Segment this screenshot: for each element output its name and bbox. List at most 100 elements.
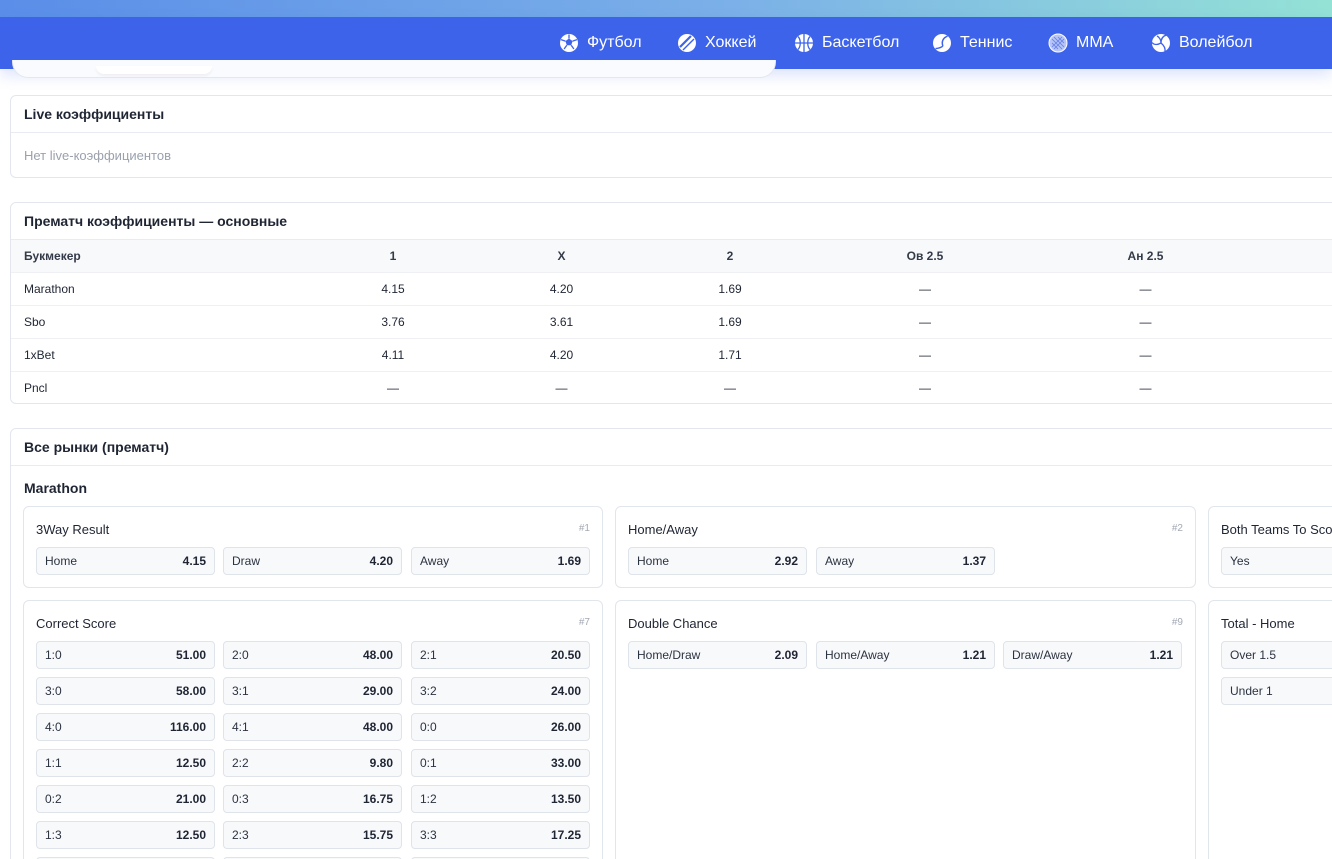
market-name: Correct Score — [36, 616, 117, 631]
odds-cell[interactable]: 1.69 — [646, 304, 814, 338]
outcome-button[interactable]: 3:2 24.00 — [411, 677, 590, 705]
market-number: #1 — [578, 523, 590, 534]
odds-cell[interactable]: — — [814, 370, 1036, 403]
odds-cell[interactable]: 3.76 — [309, 304, 477, 338]
outcome-button[interactable]: Yes — [1221, 547, 1332, 575]
nav-item-tennis[interactable]: Теннис — [932, 17, 1012, 69]
nav-label: Хоккей — [705, 34, 757, 51]
outcome-button[interactable]: 2:1 20.50 — [411, 641, 590, 669]
outcome-button[interactable]: 2:3 15.75 — [223, 821, 402, 849]
odds-cell[interactable]: — — [814, 304, 1036, 338]
mma-icon — [1048, 33, 1068, 53]
market-card-correct-score: Correct Score #7 1:0 51.00 2:0 48.00 2:1 20… — [23, 600, 603, 859]
odds-cell[interactable]: 4.15 — [309, 271, 477, 305]
all-markets-title: Все рынки (прематч) — [11, 429, 1332, 466]
volleyball-icon — [1151, 34, 1170, 52]
outcome-button[interactable]: 0:2 21.00 — [36, 785, 215, 813]
column-header: 1 — [309, 240, 477, 272]
basketball-icon — [795, 34, 813, 52]
outcome-button[interactable]: 0:3 16.75 — [223, 785, 402, 813]
market-card-home-away: Home/Away #2 Home 2.92 Away 1.37 — [615, 506, 1196, 588]
odds-cell[interactable]: 3.61 — [477, 304, 646, 338]
outcome-button[interactable]: Home/Draw 2.09 — [628, 641, 807, 669]
outcome-button[interactable]: 4:1 48.00 — [223, 713, 402, 741]
bookmaker-cell: Sbo — [11, 304, 309, 338]
table-row: 1xBet 4.11 4.20 1.71 — — — [11, 337, 1332, 371]
match-header-tab — [96, 66, 212, 74]
market-name: Home/Away — [628, 522, 698, 537]
outcome-button[interactable]: Over 1.5 — [1221, 641, 1332, 669]
nav-item-mma[interactable]: MMA — [1048, 17, 1113, 69]
live-odds-title: Live коэффициенты — [11, 96, 1332, 133]
bookmaker-cell: 1xBet — [11, 337, 309, 371]
column-header: Ов 2.5 — [814, 240, 1036, 272]
column-header: 2 — [646, 240, 814, 272]
column-header: X — [477, 240, 646, 272]
top-gradient-strip — [0, 0, 1332, 17]
column-header: Букмекер — [11, 240, 309, 272]
odds-cell[interactable]: 1.69 — [646, 271, 814, 305]
nav-label: Волейбол — [1179, 34, 1253, 51]
outcome-button[interactable]: Home 4.15 — [36, 547, 215, 575]
nav-label: Футбол — [587, 34, 642, 51]
prematch-odds-title: Прематч коэффициенты — основные — [11, 203, 1332, 240]
nav-label: MMA — [1076, 34, 1114, 51]
outcome-button[interactable]: 3:1 29.00 — [223, 677, 402, 705]
odds-cell[interactable]: — — [646, 370, 814, 403]
market-card-both-teams-to-score: Both Teams To Scor Yes — [1208, 506, 1332, 588]
prematch-odds-card: Прематч коэффициенты — основные Букмекер… — [10, 202, 1332, 404]
odds-cell[interactable]: 4.20 — [477, 271, 646, 305]
outcome-button[interactable]: Draw/Away 1.21 — [1003, 641, 1182, 669]
nav-item-volleyball[interactable]: Волейбол — [1151, 17, 1252, 69]
nav-label: Баскетбол — [822, 34, 900, 51]
market-card-total-home: Total - Home Over 1.5 Under 1 — [1208, 600, 1332, 859]
nav-item-basketball[interactable]: Баскетбол — [794, 17, 899, 69]
outcome-button[interactable]: 1:2 13.50 — [411, 785, 590, 813]
market-name: Double Chance — [628, 616, 718, 631]
table-header-row: Букмекер 1 X 2 Ов 2.5 Ан 2.5 — [11, 240, 1332, 272]
outcome-button[interactable]: Draw 4.20 — [223, 547, 402, 575]
soccer-ball-icon — [560, 34, 578, 52]
odds-cell[interactable]: 4.20 — [477, 337, 646, 371]
outcome-button[interactable]: 3:0 58.00 — [36, 677, 215, 705]
odds-cell[interactable]: 4.11 — [309, 337, 477, 371]
market-number: #9 — [1171, 617, 1183, 628]
odds-cell[interactable]: 1.71 — [646, 337, 814, 371]
outcome-button[interactable]: 3:3 17.25 — [411, 821, 590, 849]
outcome-button[interactable]: 1:3 12.50 — [36, 821, 215, 849]
odds-cell[interactable]: — — [1036, 337, 1255, 371]
odds-cell[interactable]: — — [1036, 271, 1255, 305]
market-card-double-chance: Double Chance #9 Home/Draw 2.09 Home/Away… — [615, 600, 1196, 859]
odds-cell[interactable]: — — [1036, 370, 1255, 403]
odds-cell[interactable]: — — [814, 271, 1036, 305]
outcome-button[interactable]: Home/Away 1.21 — [816, 641, 995, 669]
prematch-odds-table: Букмекер 1 X 2 Ов 2.5 Ан 2.5 Marathon 4.… — [11, 240, 1332, 403]
hockey-puck-icon — [678, 34, 696, 52]
outcome-button[interactable]: Away 1.69 — [411, 547, 590, 575]
outcome-button[interactable]: Home 2.92 — [628, 547, 807, 575]
odds-cell[interactable]: — — [477, 370, 646, 403]
outcome-button[interactable]: 0:0 26.00 — [411, 713, 590, 741]
outcome-button[interactable]: 2:0 48.00 — [223, 641, 402, 669]
column-header-extra — [1255, 240, 1332, 272]
market-number: #7 — [578, 617, 590, 628]
outcome-button[interactable]: Away 1.37 — [816, 547, 995, 575]
table-row: Marathon 4.15 4.20 1.69 — — — [11, 271, 1332, 305]
odds-cell[interactable]: — — [1036, 304, 1255, 338]
live-odds-empty: Нет live-коэффициентов — [24, 148, 171, 163]
odds-cell[interactable]: — — [814, 337, 1036, 371]
bookmaker-cell: Pncl — [11, 370, 309, 403]
bookmaker-title: Marathon — [24, 480, 87, 496]
outcome-button[interactable]: 1:0 51.00 — [36, 641, 215, 669]
outcome-button[interactable]: 2:2 9.80 — [223, 749, 402, 777]
outcome-button[interactable]: 0:1 33.00 — [411, 749, 590, 777]
market-card-3way-result: 3Way Result #1 Home 4.15 Draw 4.20 Away 1.6… — [23, 506, 603, 588]
outcome-button[interactable]: Under 1 — [1221, 677, 1332, 705]
market-number: #2 — [1171, 523, 1183, 534]
live-odds-card: Live коэффициенты Нет live-коэффициентов — [10, 95, 1332, 178]
outcome-button[interactable]: 4:0 116.00 — [36, 713, 215, 741]
market-name: Total - Home — [1221, 616, 1295, 631]
outcome-button[interactable]: 1:1 12.50 — [36, 749, 215, 777]
odds-cell[interactable]: — — [309, 370, 477, 403]
market-name: 3Way Result — [36, 522, 110, 537]
